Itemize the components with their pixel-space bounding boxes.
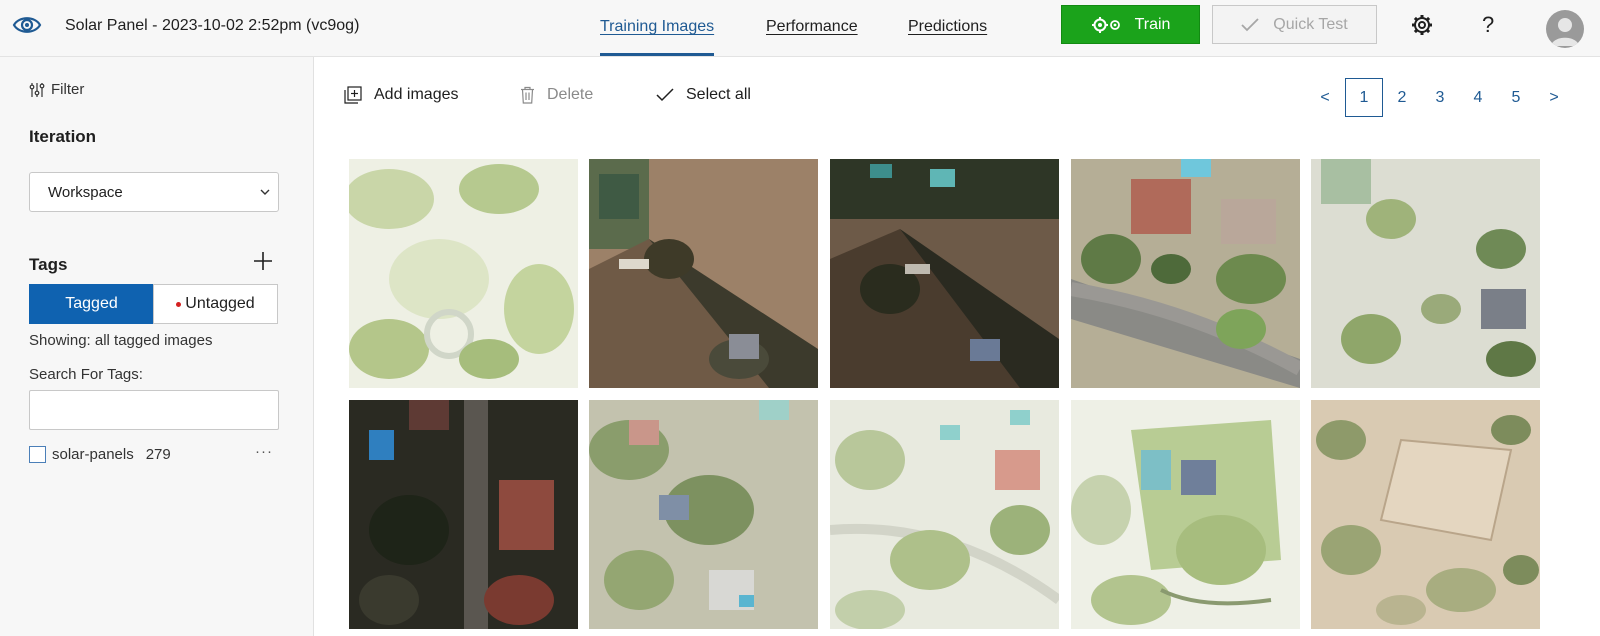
search-tags-input[interactable] xyxy=(29,390,279,430)
chevron-down-icon xyxy=(260,189,270,195)
search-tags-label: Search For Tags: xyxy=(29,366,143,383)
select-all-button[interactable]: Select all xyxy=(656,86,751,104)
page-3-button[interactable]: 3 xyxy=(1421,78,1459,117)
image-thumbnail[interactable] xyxy=(830,400,1059,629)
untagged-label: Untagged xyxy=(185,295,255,312)
add-images-button[interactable]: Add images xyxy=(344,86,459,104)
image-thumbnail[interactable] xyxy=(1311,159,1540,388)
tag-checkbox[interactable] xyxy=(29,445,46,463)
tag-more-options-icon[interactable]: ··· xyxy=(255,443,273,460)
image-thumbnail[interactable] xyxy=(589,400,818,629)
tag-count: 279 xyxy=(145,445,171,463)
filter-button[interactable]: Filter xyxy=(29,81,84,98)
image-thumbnail[interactable] xyxy=(349,159,578,388)
select-all-label: Select all xyxy=(686,86,751,103)
page-1-button[interactable]: 1 xyxy=(1345,78,1383,117)
page-4-button[interactable]: 4 xyxy=(1459,78,1497,117)
eye-logo-icon[interactable] xyxy=(12,10,42,40)
aerial-photo-4 xyxy=(1071,159,1300,388)
tag-name: solar-panels xyxy=(52,445,134,463)
aerial-photo-6 xyxy=(349,400,578,629)
aerial-photo-7 xyxy=(589,400,818,629)
trash-icon xyxy=(521,86,534,104)
train-label: Train xyxy=(1134,15,1171,33)
settings-gear-icon[interactable] xyxy=(1410,13,1434,37)
add-images-icon xyxy=(344,86,362,104)
tab-training-images[interactable]: Training Images xyxy=(600,18,715,56)
aerial-photo-9 xyxy=(1071,400,1300,629)
help-icon[interactable]: ? xyxy=(1482,12,1494,38)
gears-icon xyxy=(1091,16,1120,33)
delete-button[interactable]: Delete xyxy=(520,86,593,104)
tags-heading: Tags xyxy=(29,255,68,274)
filter-label: Filter xyxy=(51,81,85,98)
prev-page-button[interactable]: < xyxy=(1306,78,1344,117)
page-2-button[interactable]: 2 xyxy=(1383,78,1421,117)
sidebar: Filter Iteration Workspace Tags Tagged U… xyxy=(0,57,314,636)
delete-label: Delete xyxy=(547,86,594,103)
quick-test-button[interactable]: Quick Test xyxy=(1212,5,1377,44)
tag-list-item: solar-panels 279 ··· xyxy=(29,443,279,465)
image-thumbnail[interactable] xyxy=(349,400,578,629)
user-avatar-icon xyxy=(1551,18,1579,46)
image-thumbnail[interactable] xyxy=(830,159,1059,388)
project-title: Solar Panel - 2023-10-02 2:52pm (vc9og) xyxy=(65,17,360,34)
tab-performance[interactable]: Performance xyxy=(766,18,858,36)
aerial-photo-3 xyxy=(830,159,1059,388)
iteration-heading: Iteration xyxy=(29,127,97,146)
checkmark-icon xyxy=(656,88,674,102)
aerial-photo-8 xyxy=(830,400,1059,629)
add-tag-plus-icon[interactable] xyxy=(252,250,274,272)
next-page-button[interactable]: > xyxy=(1535,78,1573,117)
showing-status-text: Showing: all tagged images xyxy=(29,332,213,349)
tagged-toggle-button[interactable]: Tagged xyxy=(29,284,154,324)
aerial-photo-1 xyxy=(349,159,578,388)
image-thumbnail[interactable] xyxy=(1071,400,1300,629)
aerial-photo-10 xyxy=(1311,400,1540,629)
filter-sliders-icon xyxy=(29,82,45,97)
train-button[interactable]: Train xyxy=(1061,5,1200,44)
page-5-button[interactable]: 5 xyxy=(1497,78,1535,117)
iteration-dropdown[interactable]: Workspace xyxy=(29,172,279,212)
image-thumbnail[interactable] xyxy=(589,159,818,388)
quick-test-label: Quick Test xyxy=(1273,15,1348,33)
tab-predictions[interactable]: Predictions xyxy=(908,18,987,36)
image-thumbnail[interactable] xyxy=(1311,400,1540,629)
checkmark-icon xyxy=(1241,17,1259,31)
aerial-photo-2 xyxy=(589,159,818,388)
untagged-toggle-button[interactable]: Untagged xyxy=(153,284,278,324)
untagged-dot-icon xyxy=(176,301,182,307)
aerial-photo-5 xyxy=(1311,159,1540,388)
iteration-value: Workspace xyxy=(48,183,123,201)
add-images-label: Add images xyxy=(374,86,459,103)
top-bar: Solar Panel - 2023-10-02 2:52pm (vc9og) … xyxy=(0,0,1600,57)
avatar[interactable] xyxy=(1546,10,1584,48)
image-thumbnail[interactable] xyxy=(1071,159,1300,388)
